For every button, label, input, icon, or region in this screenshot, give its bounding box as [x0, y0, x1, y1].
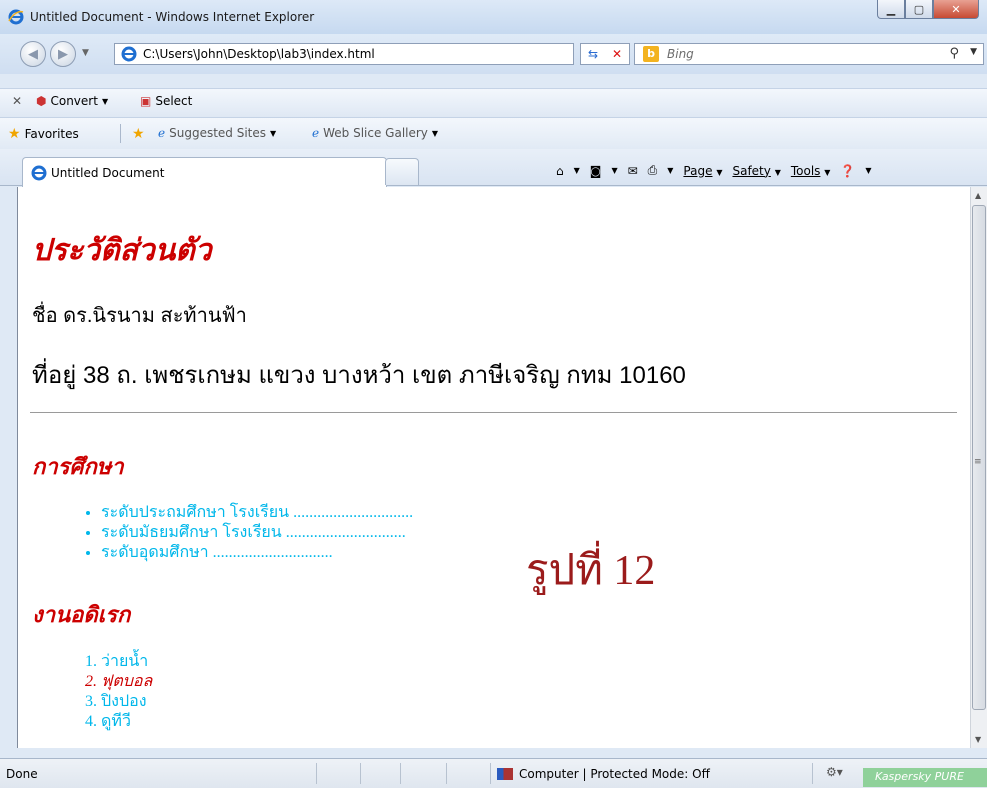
add-favorite-icon[interactable]: ★ [132, 126, 145, 142]
search-icon[interactable]: ⚲ [949, 46, 959, 61]
favorites-star-icon: ★ [8, 126, 21, 142]
search-placeholder: Bing [667, 47, 694, 61]
help-dropdown-icon[interactable]: ▼ [865, 166, 871, 175]
computer-zone-icon [497, 768, 513, 780]
back-button[interactable]: ◀ [20, 41, 46, 67]
stop-icon[interactable]: ✕ [612, 47, 622, 61]
list-item: ดูทีวี [101, 712, 152, 732]
address-url: C:\Users\John\Desktop\lab3\index.html [143, 47, 375, 61]
home-dropdown-icon[interactable]: ▼ [574, 166, 580, 175]
education-heading: การศึกษา [32, 454, 124, 480]
ie-window: Untitled Document - Windows Internet Exp… [0, 0, 987, 788]
page-heading: ประวัติส่วนตัว [32, 233, 212, 268]
page-menu[interactable]: Page ▼ [683, 164, 722, 178]
zoom-icon[interactable]: ⚙▾ [826, 765, 843, 779]
name-line: ชื่อ ดร.นิรนาม สะท้านฟ้า [32, 305, 247, 327]
address-line: ที่อยู่ 38 ถ. เพชรเกษม แขวง บางหว้า เขต … [32, 362, 686, 389]
suggested-sites-link[interactable]: ℯ Suggested Sites ▼ [158, 126, 276, 140]
list-item: ปิงปอง [101, 692, 152, 712]
select-button[interactable]: ▣ Select [140, 94, 192, 108]
tab-row: Untitled Document ⌂ ▼ ◙ ▼ ✉ ⎙ ▼ Page ▼ Safe… [0, 149, 987, 187]
ie-logo-icon [8, 9, 24, 25]
tab-label: Untitled Document [51, 166, 165, 180]
tools-menu[interactable]: Tools ▼ [791, 164, 831, 178]
mail-icon[interactable]: ✉ [628, 164, 638, 178]
hobby-list: ว่ายน้ำ ฟุตบอล ปิงปอง ดูทีวี [60, 652, 152, 732]
education-list: ระดับประถมศึกษา โรงเรียน ...............… [60, 503, 413, 563]
suggested-sites-icon: ℯ [158, 126, 166, 140]
command-bar: ✕ ⬢ Convert ▼ ▣ Select [0, 88, 987, 117]
select-icon: ▣ [140, 94, 152, 108]
list-item: ระดับอุดมศึกษา .........................… [101, 543, 413, 563]
window-title: Untitled Document - Windows Internet Exp… [30, 10, 315, 24]
vertical-scrollbar[interactable]: ▲ ≡ ▼ [970, 187, 987, 748]
tab-untitled-document[interactable]: Untitled Document [22, 157, 387, 187]
scroll-down-icon[interactable]: ▼ [975, 735, 981, 744]
favorites-bar: ★ Favorites ★ ℯ Suggested Sites ▼ ℯ Web … [0, 117, 987, 149]
hobby-heading: งานอดิเรก [32, 602, 131, 628]
list-item: ฟุตบอล [101, 672, 152, 692]
status-text: Done [6, 767, 38, 781]
list-item: ว่ายน้ำ [101, 652, 152, 672]
favorites-separator [120, 124, 121, 143]
page-icon [121, 46, 137, 62]
convert-button[interactable]: ⬢ Convert ▼ [36, 94, 108, 108]
status-separator [360, 763, 361, 784]
close-button[interactable]: ✕ [933, 0, 979, 19]
maximize-button[interactable]: ▢ [905, 0, 933, 19]
figure-caption: รูปที่ 12 [526, 548, 656, 594]
address-bar[interactable]: C:\Users\John\Desktop\lab3\index.html ▼ [114, 43, 657, 65]
home-icon[interactable]: ⌂ [556, 164, 564, 178]
webslice-dropdown-icon: ▼ [431, 128, 439, 138]
print-icon[interactable]: ⎙ [648, 163, 658, 178]
search-box[interactable]: b Bing ⚲ ▼ [634, 43, 984, 65]
feeds-dropdown-icon[interactable]: ▼ [611, 166, 617, 175]
bing-logo-icon: b [643, 46, 659, 62]
window-controls: ▁ ▢ ✕ [877, 0, 979, 22]
status-separator [400, 763, 401, 784]
list-item: ระดับมัธยมศึกษา โรงเรียน ...............… [101, 523, 413, 543]
history-dropdown-icon[interactable]: ▼ [82, 48, 89, 58]
convert-dropdown-icon: ▼ [101, 96, 109, 106]
print-dropdown-icon[interactable]: ▼ [667, 166, 673, 175]
address-row: ◀ ▶ ▼ C:\Users\John\Desktop\lab3\index.h… [0, 34, 987, 74]
command-toolbar: ⌂ ▼ ◙ ▼ ✉ ⎙ ▼ Page ▼ Safety ▼ Tools ▼ ❓ ▼ [556, 163, 872, 178]
close-toolbar-icon[interactable]: ✕ [12, 94, 22, 108]
minimize-button[interactable]: ▁ [877, 0, 905, 19]
list-item: ระดับประถมศึกษา โรงเรียน ...............… [101, 503, 413, 523]
refresh-stop-group: ⇆ ✕ [580, 43, 630, 65]
status-bar: Done Computer | Protected Mode: Off ⚙▾ [0, 758, 987, 788]
status-separator [490, 763, 491, 784]
title-bar: Untitled Document - Windows Internet Exp… [0, 0, 987, 34]
kaspersky-badge[interactable]: Kaspersky PURE [863, 768, 987, 787]
web-slice-icon: ℯ [312, 126, 320, 140]
status-separator [812, 763, 813, 784]
help-icon[interactable]: ❓ [840, 164, 855, 178]
forward-button[interactable]: ▶ [50, 41, 76, 67]
new-tab-button[interactable] [385, 158, 419, 185]
scroll-up-icon[interactable]: ▲ [975, 191, 981, 200]
search-dropdown-icon[interactable]: ▼ [970, 47, 977, 57]
refresh-icon[interactable]: ⇆ [588, 47, 598, 61]
security-zone[interactable]: Computer | Protected Mode: Off [497, 767, 710, 781]
favorites-button[interactable]: ★ Favorites [8, 126, 79, 142]
safety-menu[interactable]: Safety ▼ [732, 164, 780, 178]
status-separator [446, 763, 447, 784]
convert-icon: ⬢ [36, 94, 47, 108]
web-slice-gallery-link[interactable]: ℯ Web Slice Gallery ▼ [312, 126, 438, 140]
horizontal-rule [30, 412, 957, 413]
tab-page-icon [31, 165, 47, 181]
scroll-grip-icon: ≡ [974, 457, 982, 467]
page-content: ประวัติส่วนตัว ชื่อ ดร.นิรนาม สะท้านฟ้า … [17, 187, 973, 748]
suggested-dropdown-icon: ▼ [270, 128, 277, 138]
status-separator [316, 763, 317, 784]
feeds-icon[interactable]: ◙ [590, 164, 602, 178]
